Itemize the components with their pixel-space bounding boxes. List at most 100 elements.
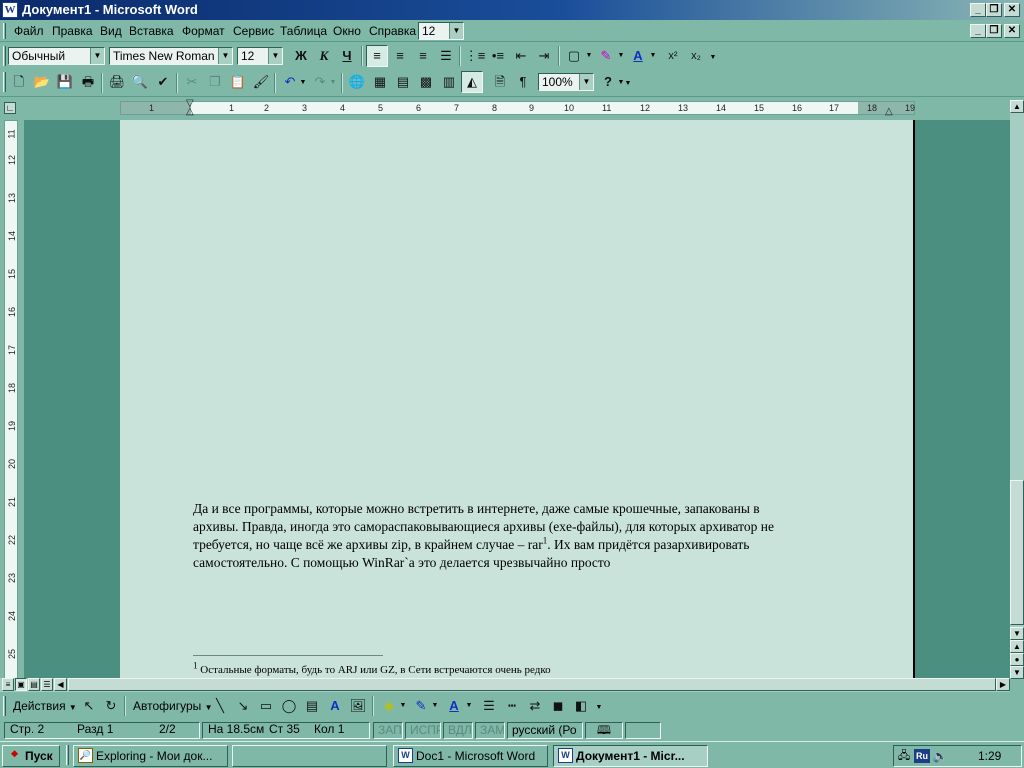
toolbar-grip[interactable] (3, 72, 6, 92)
menu-help[interactable]: Справка (367, 23, 418, 39)
superscript-button[interactable]: x² (662, 45, 684, 67)
zoom-combo[interactable]: 100% ▼ (538, 73, 594, 91)
menu-view[interactable]: Вид (98, 23, 124, 39)
new-button[interactable]: 🗋 (8, 71, 30, 93)
open-button[interactable]: 📂 (31, 71, 53, 93)
document-page[interactable] (120, 120, 915, 678)
tables-borders-button[interactable]: ▦ (369, 71, 391, 93)
print-layout-view-button[interactable]: ▤ (28, 678, 40, 691)
chevron-down-icon[interactable]: ▼ (431, 695, 439, 717)
rectangle-button[interactable]: ▭ (255, 695, 277, 717)
format-painter-button[interactable]: 🖌 (250, 71, 272, 93)
minimize-button[interactable]: _ (970, 3, 986, 17)
chevron-down-icon[interactable]: ▼ (268, 48, 282, 64)
free-rotate-button[interactable]: ↻ (100, 695, 122, 717)
doc-close-button[interactable]: ✕ (1004, 24, 1020, 38)
scroll-left-button[interactable]: ◀ (54, 678, 67, 691)
right-indent-marker[interactable]: △ (885, 107, 893, 117)
spelling-status-icon[interactable]: 🕮 (585, 722, 623, 739)
drawing-button[interactable]: ◭ (461, 71, 483, 93)
task-exploring[interactable]: 🔎 Exploring - Мои док... (73, 745, 228, 767)
document-map-button[interactable]: 🗎 (489, 71, 511, 93)
task-doc1[interactable]: W Doc1 - Microsoft Word (393, 745, 548, 767)
draw-font-color-button[interactable]: A (443, 695, 465, 717)
underline-button[interactable]: Ч (336, 45, 358, 67)
status-extend[interactable]: ВДЛ (443, 722, 473, 739)
scroll-thumb[interactable] (1010, 480, 1024, 625)
show-hide-button[interactable]: ¶ (512, 71, 534, 93)
chevron-down-icon[interactable]: ▼ (649, 45, 657, 67)
toolbar-options-chevron-icon[interactable]: ▼ (595, 697, 603, 719)
highlight-button[interactable]: ✎ (595, 45, 617, 67)
horizontal-scrollbar[interactable]: ≡ ▣ ▤ ☰ ◀ ▶ (0, 678, 1010, 692)
text-box-button[interactable]: ▤ (301, 695, 323, 717)
bullets-button[interactable]: •≡ (487, 45, 509, 67)
scroll-right-button[interactable]: ▶ (996, 678, 1010, 691)
font-color-button[interactable]: A (627, 45, 649, 67)
previous-page-button[interactable]: ▲ (1010, 640, 1024, 653)
doc-minimize-button[interactable]: _ (970, 24, 986, 38)
language-indicator[interactable]: Ru (914, 749, 930, 763)
bold-button[interactable]: Ж (290, 45, 312, 67)
word-doc-icon[interactable]: W (2, 2, 18, 18)
next-page-button[interactable]: ▼ (1010, 666, 1024, 679)
task-blank[interactable] (232, 745, 387, 767)
speaker-icon[interactable]: 🔈 (932, 748, 948, 764)
help-button[interactable]: ? (597, 71, 619, 93)
body-paragraph[interactable]: Да и все программы, которые можно встрет… (193, 500, 893, 572)
spelling-button[interactable]: ✔ (152, 71, 174, 93)
font-size-combo[interactable]: 12 ▼ (237, 47, 283, 65)
chevron-down-icon[interactable]: ▼ (218, 48, 232, 64)
horizontal-scroll-thumb[interactable] (68, 678, 996, 691)
align-right-button[interactable]: ≡ (412, 45, 434, 67)
font-combo[interactable]: Times New Roman ▼ (109, 47, 233, 65)
arrow-style-button[interactable]: ⇄ (524, 695, 546, 717)
close-button[interactable]: ✕ (1004, 3, 1020, 17)
borders-button[interactable]: ▢ (563, 45, 585, 67)
scroll-up-button[interactable]: ▲ (1010, 100, 1024, 113)
toolbar-grip[interactable] (3, 46, 6, 66)
chevron-down-icon[interactable]: ▼ (90, 48, 104, 64)
chevron-down-icon[interactable]: ▼ (399, 695, 407, 717)
justify-button[interactable]: ☰ (435, 45, 457, 67)
menu-file[interactable]: Файл (12, 23, 46, 39)
select-browse-object-button[interactable]: ● (1010, 653, 1024, 666)
menu-window[interactable]: Окно (331, 23, 363, 39)
outline-view-button[interactable]: ☰ (41, 678, 53, 691)
vertical-ruler[interactable]: 11 12 13 14 15 16 17 18 19 20 21 22 23 2… (4, 120, 18, 680)
print-preview-button[interactable]: 🔍 (129, 71, 151, 93)
status-track-changes[interactable]: ИСПР (405, 722, 441, 739)
status-language[interactable]: русский (Ро (507, 722, 583, 739)
save-button[interactable]: 💾 (54, 71, 76, 93)
decrease-indent-button[interactable]: ⇤ (510, 45, 532, 67)
cut-button[interactable]: ✂ (181, 71, 203, 93)
arrow-button[interactable]: ↘ (232, 695, 254, 717)
columns-button[interactable]: ▥ (438, 71, 460, 93)
fill-color-button[interactable]: ◈ (378, 695, 400, 717)
line-button[interactable]: ╲ (209, 695, 231, 717)
undo-button[interactable]: ↶ (279, 71, 301, 93)
chevron-down-icon[interactable]: ▼ (579, 74, 593, 90)
line-style-button[interactable]: ☰ (478, 695, 500, 717)
toolbar-options-chevron-icon[interactable]: ▼ (624, 73, 632, 95)
chevron-down-icon[interactable]: ▼ (449, 23, 463, 39)
shadow-button[interactable]: ◼ (547, 695, 569, 717)
italic-button[interactable]: К (313, 45, 335, 67)
menu-format[interactable]: Формат (180, 23, 227, 39)
network-icon[interactable]: 🖧 (896, 748, 912, 764)
clock[interactable]: 1:29 (978, 748, 1001, 764)
align-center-button[interactable]: ≡ (389, 45, 411, 67)
restore-button[interactable]: ❐ (986, 3, 1002, 17)
increase-indent-button[interactable]: ⇥ (533, 45, 555, 67)
select-objects-button[interactable]: ↖ (78, 695, 100, 717)
insert-table-button[interactable]: ▤ (392, 71, 414, 93)
chevron-down-icon[interactable]: ▼ (617, 45, 625, 67)
oval-button[interactable]: ◯ (278, 695, 300, 717)
chevron-down-icon[interactable]: ▼ (299, 72, 307, 94)
dash-style-button[interactable]: ┅ (501, 695, 523, 717)
doc-restore-button[interactable]: ❐ (986, 24, 1002, 38)
menu-font-size-combo[interactable]: 12 ▼ (418, 22, 464, 40)
wordart-button[interactable]: A (324, 695, 346, 717)
style-combo[interactable]: Обычный ▼ (8, 47, 105, 65)
print-merge-button[interactable]: 🖶 (77, 71, 99, 93)
